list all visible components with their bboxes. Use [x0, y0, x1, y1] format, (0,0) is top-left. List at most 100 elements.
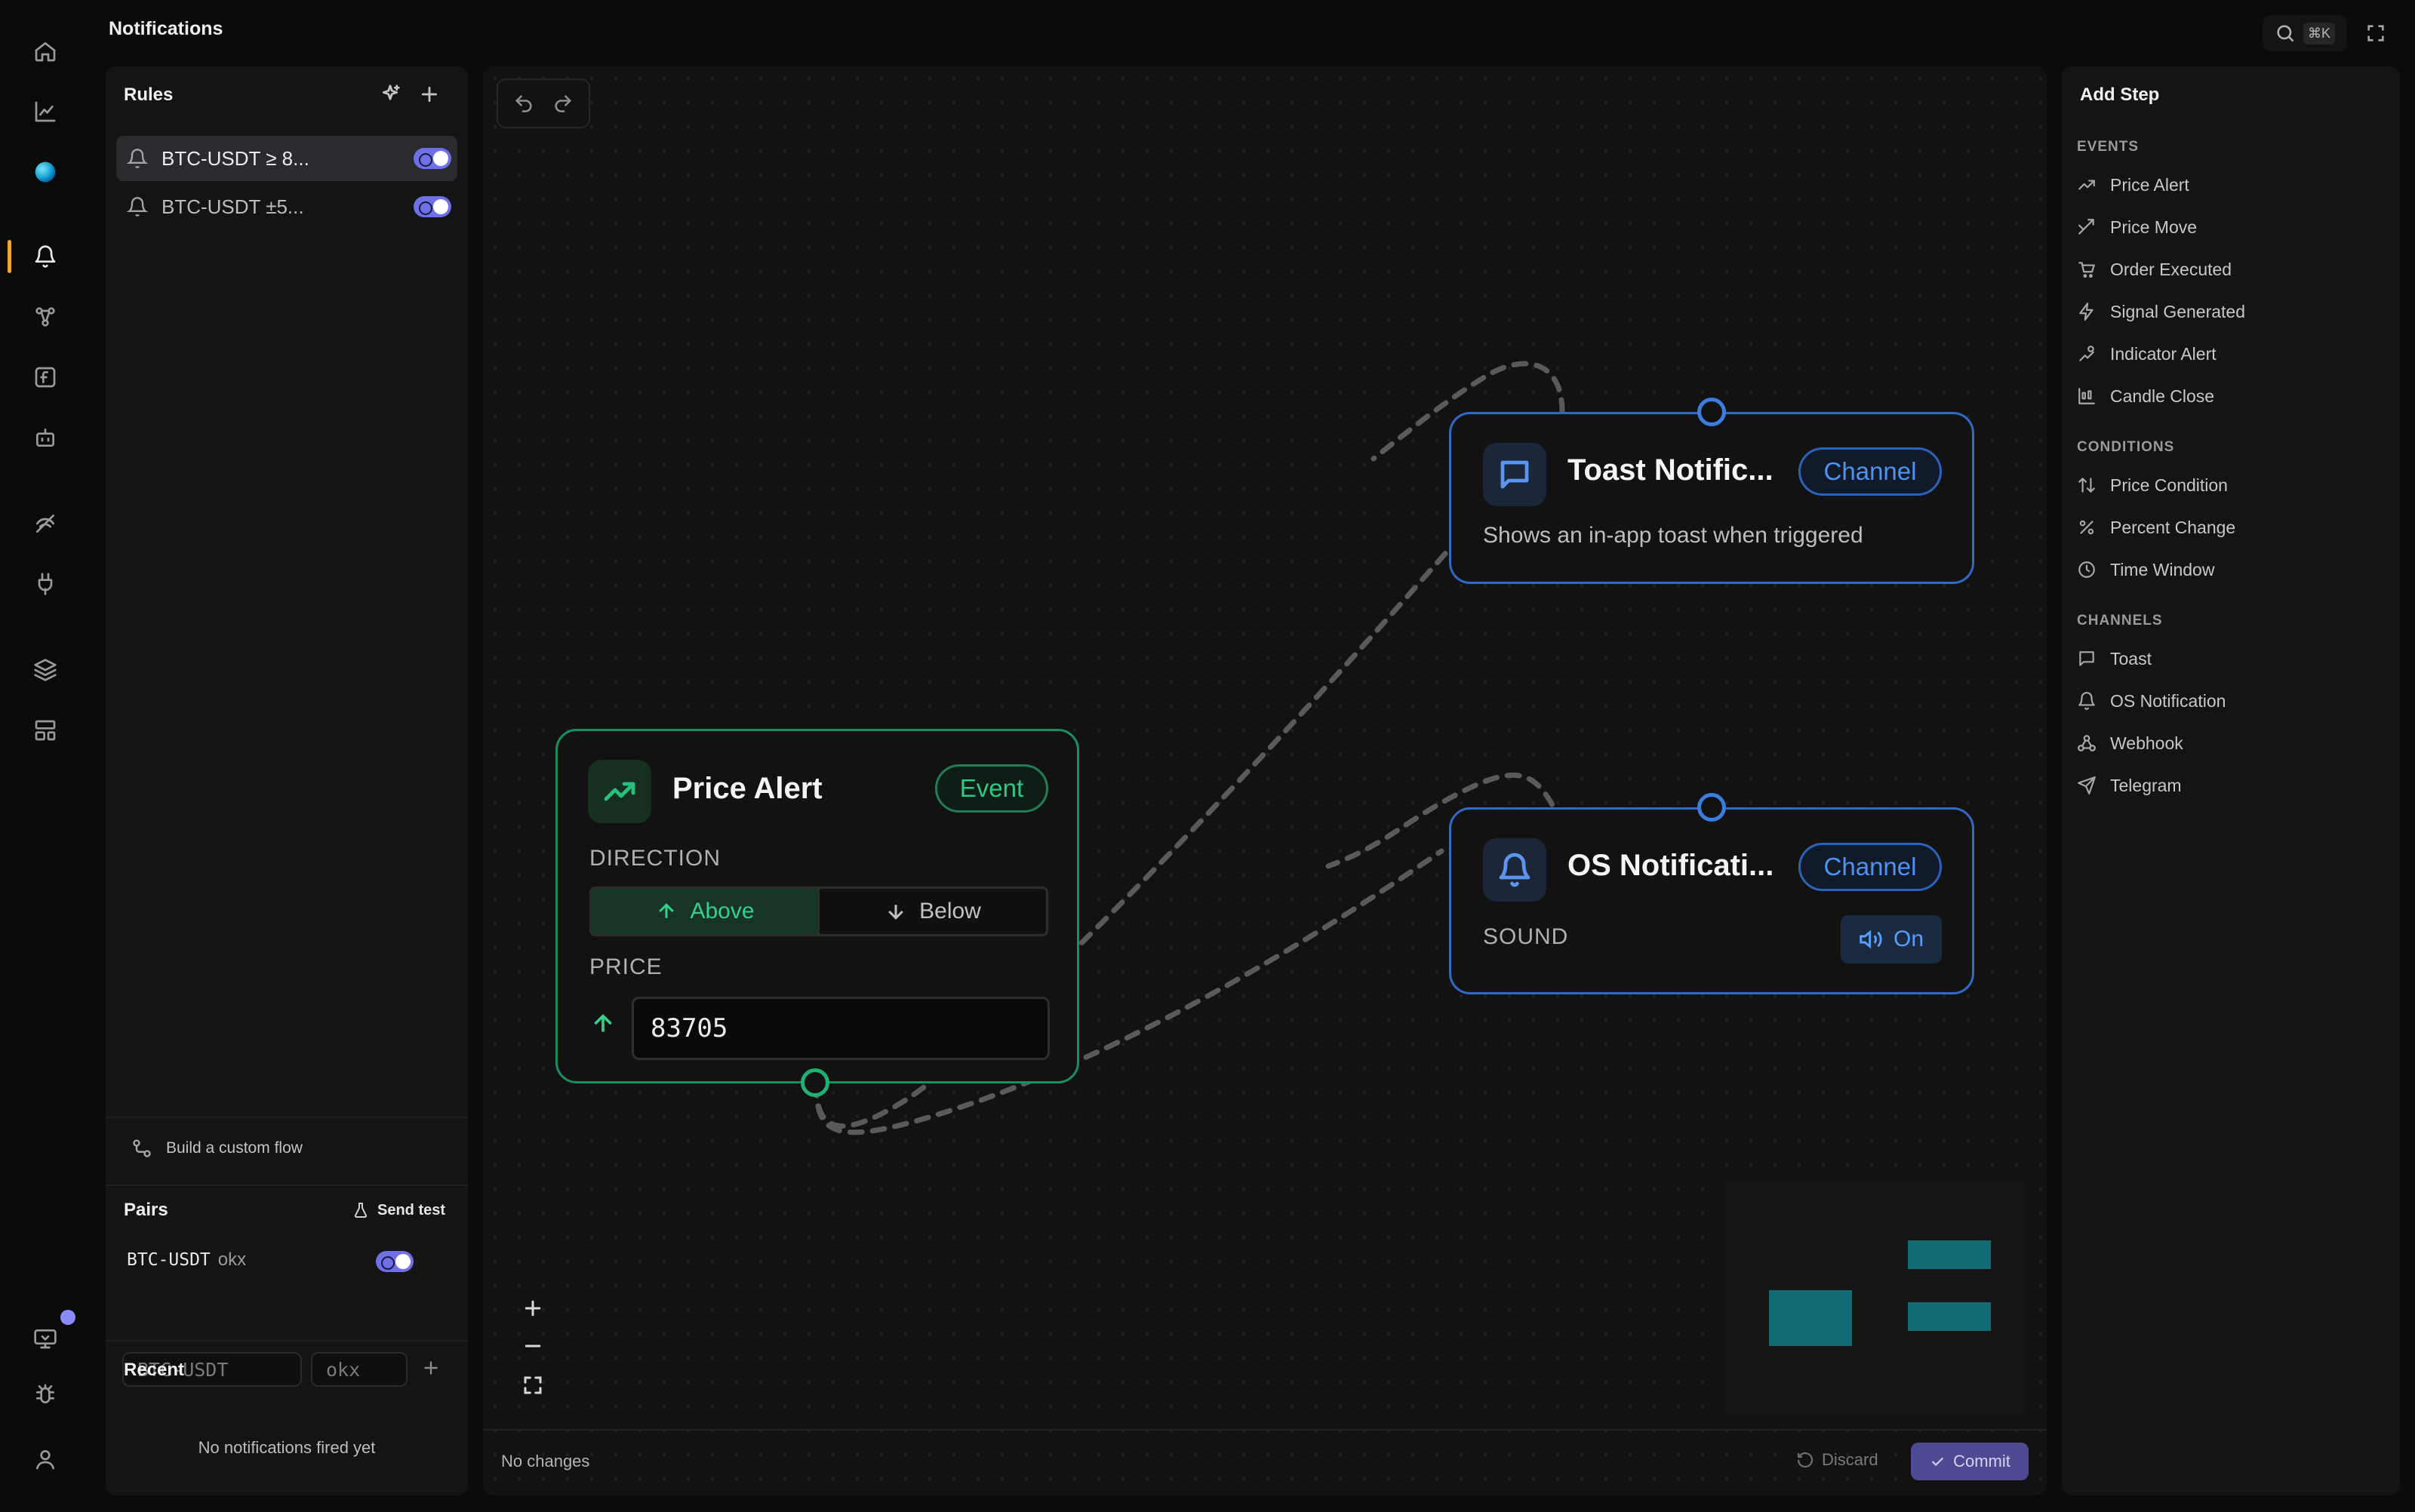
pair-row: BTC-USDT okx	[127, 1249, 246, 1271]
divider	[106, 1185, 468, 1186]
check-icon	[1931, 1457, 1944, 1467]
step-indicator-alert[interactable]: Indicator Alert	[2077, 337, 2217, 371]
layout-icon[interactable]	[27, 712, 63, 748]
step-order-executed[interactable]: Order Executed	[2077, 252, 2232, 287]
price-alert-node[interactable]: Price Alert Event DIRECTION Above Below …	[555, 729, 1079, 1083]
os-input-port[interactable]	[1697, 793, 1726, 822]
step-telegram[interactable]: Telegram	[2077, 768, 2182, 803]
price-label: PRICE	[589, 954, 663, 979]
send-icon	[2078, 776, 2096, 794]
direction-label: DIRECTION	[589, 846, 721, 871]
step-signal-generated[interactable]: Signal Generated	[2077, 294, 2245, 329]
shortcut-hint: ⌘K	[2303, 22, 2336, 45]
rule-toggle[interactable]	[414, 196, 451, 217]
flow-icon	[133, 1139, 151, 1157]
step-percent-change[interactable]: Percent Change	[2077, 510, 2235, 545]
step-price-alert[interactable]: Price Alert	[2077, 167, 2189, 202]
volume-icon	[1860, 930, 1882, 949]
fullscreen-icon	[2367, 25, 2384, 41]
minimap-node	[1908, 1302, 1991, 1331]
arrow-up-icon	[594, 1013, 612, 1032]
rule-item[interactable]: BTC-USDT ≥ 8...	[116, 136, 457, 181]
price-alert-output-port[interactable]	[801, 1068, 829, 1097]
step-os-notification[interactable]: OS Notification	[2077, 684, 2226, 718]
discard-button[interactable]: Discard	[1796, 1450, 1878, 1470]
home-icon[interactable]	[27, 33, 63, 69]
trending-up-icon	[2078, 180, 2095, 190]
add-pair-button[interactable]	[421, 1358, 441, 1378]
plug-icon[interactable]	[27, 566, 63, 602]
add-rule-button[interactable]	[418, 83, 441, 106]
build-custom-flow-label: Build a custom flow	[166, 1139, 303, 1157]
channel-badge: Channel	[1798, 447, 1942, 496]
step-price-move[interactable]: Price Move	[2077, 210, 2197, 244]
bell-icon	[127, 197, 148, 217]
workflow-icon[interactable]	[27, 299, 63, 335]
function-icon[interactable]	[27, 359, 63, 395]
direction-below-option[interactable]: Below	[818, 889, 1046, 934]
user-icon[interactable]	[27, 1441, 63, 1477]
chart-icon[interactable]	[27, 94, 63, 130]
price-input[interactable]: 83705	[632, 997, 1050, 1060]
fit-view-button[interactable]	[513, 1366, 552, 1405]
send-test-label: Send test	[377, 1201, 446, 1219]
rule-label: BTC-USDT ≥ 8...	[162, 146, 309, 170]
step-webhook[interactable]: Webhook	[2077, 726, 2183, 761]
bell-icon	[127, 149, 148, 168]
pair-symbol: BTC-USDT	[127, 1250, 211, 1270]
notification-dot	[60, 1310, 75, 1325]
bell-icon[interactable]	[27, 238, 63, 275]
monitor-icon[interactable]	[27, 1320, 63, 1357]
rule-toggle[interactable]	[414, 148, 451, 169]
events-label: EVENTS	[2077, 139, 2140, 155]
new-pair-exchange-input[interactable]: okx	[311, 1352, 408, 1387]
plus-icon	[421, 86, 438, 103]
channels-label: CHANNELS	[2077, 613, 2163, 628]
build-custom-flow-button[interactable]: Build a custom flow	[131, 1138, 303, 1159]
rail-active-indicator	[8, 240, 11, 273]
minus-icon	[525, 1345, 541, 1348]
zoom-out-button[interactable]	[513, 1326, 552, 1366]
fullscreen-button[interactable]	[2361, 18, 2391, 48]
rule-label: BTC-USDT ±5...	[162, 195, 304, 218]
arrow-down-icon	[888, 905, 903, 920]
event-badge: Event	[935, 764, 1048, 813]
step-time-window[interactable]: Time Window	[2077, 552, 2214, 587]
plus-icon	[424, 1361, 438, 1375]
step-candle-close[interactable]: Candle Close	[2077, 379, 2214, 413]
node-title: OS Notificati...	[1567, 849, 1774, 882]
bot-icon[interactable]	[27, 419, 63, 456]
ai-sparkle-button[interactable]	[379, 83, 401, 106]
zoom-in-button[interactable]	[513, 1289, 552, 1328]
rotate-ccw-icon	[1797, 1452, 1814, 1468]
toast-input-port[interactable]	[1697, 398, 1726, 426]
add-step-title: Add Step	[2080, 85, 2160, 105]
os-notification-node[interactable]: OS Notificati... Channel SOUND On	[1449, 807, 1974, 994]
rule-item[interactable]: BTC-USDT ±5...	[116, 184, 457, 229]
commit-button[interactable]: Commit	[1911, 1443, 2029, 1480]
recent-title: Recent	[124, 1360, 185, 1380]
search-button[interactable]: ⌘K	[2263, 15, 2347, 51]
add-step-panel: Add Step EVENTS Price Alert Price Move O…	[2062, 66, 2400, 1495]
divider	[106, 1340, 468, 1341]
send-test-button[interactable]: Send test	[352, 1201, 445, 1219]
flow-canvas[interactable]: Price Alert Event DIRECTION Above Below …	[483, 66, 2047, 1495]
minimap[interactable]	[1724, 1180, 2026, 1414]
toast-notification-node[interactable]: Toast Notific... Channel Shows an in-app…	[1449, 412, 1974, 584]
step-toast[interactable]: Toast	[2077, 641, 2152, 676]
globe-avatar-icon[interactable]	[27, 154, 63, 190]
recent-empty-state: No notifications fired yet	[198, 1438, 376, 1457]
bell-icon	[2078, 692, 2095, 710]
trending-up-icon	[588, 760, 651, 823]
rules-title: Rules	[124, 85, 174, 105]
arrows-updown-icon	[2078, 478, 2095, 493]
step-price-condition[interactable]: Price Condition	[2077, 468, 2228, 502]
direction-above-option[interactable]: Above	[592, 889, 818, 934]
bug-icon[interactable]	[27, 1376, 63, 1412]
change-status: No changes	[501, 1452, 590, 1471]
sound-toggle[interactable]: On	[1841, 915, 1942, 963]
pair-toggle[interactable]	[376, 1251, 414, 1272]
search-icon	[2277, 25, 2294, 42]
signal-icon[interactable]	[27, 506, 63, 542]
layers-icon[interactable]	[27, 652, 63, 688]
